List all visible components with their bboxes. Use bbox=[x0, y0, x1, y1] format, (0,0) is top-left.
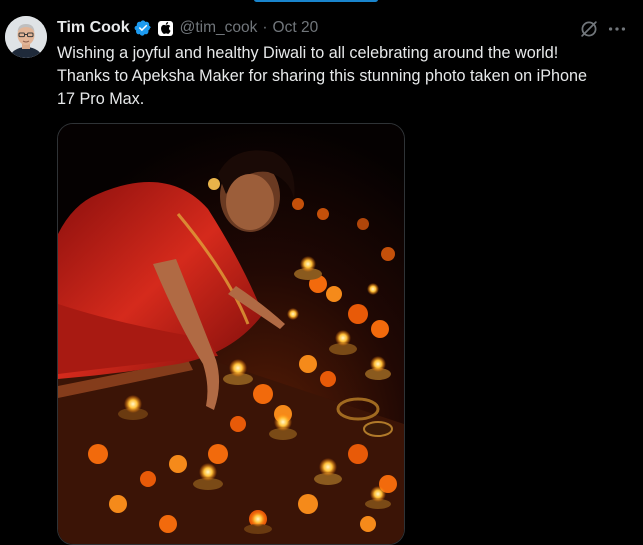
author-display-name[interactable]: Tim Cook bbox=[57, 19, 130, 37]
more-options-icon[interactable] bbox=[606, 18, 628, 40]
tweet-text-line: Wishing a joyful and healthy Diwali to a… bbox=[57, 44, 559, 62]
scroll-indicator bbox=[254, 0, 378, 2]
separator: · bbox=[262, 19, 268, 36]
apple-logo-icon[interactable] bbox=[157, 20, 173, 36]
grok-icon[interactable] bbox=[578, 18, 600, 40]
verified-check-icon[interactable] bbox=[134, 19, 152, 37]
tweet-photo[interactable] bbox=[57, 123, 405, 545]
tweet-text-line: Thanks to Apeksha Maker for sharing this… bbox=[57, 67, 588, 85]
tweet-header: Tim Cook @tim_cook · Oct 20 bbox=[57, 17, 318, 39]
avatar[interactable] bbox=[5, 16, 47, 58]
profile-photo-icon bbox=[5, 16, 47, 58]
tweet-text: Wishing a joyful and healthy Diwali to a… bbox=[57, 42, 632, 111]
diwali-photo-icon bbox=[58, 124, 404, 544]
tweet-text-line: 17 Pro Max. bbox=[57, 90, 145, 108]
timestamp-link[interactable]: Oct 20 bbox=[273, 19, 319, 37]
author-handle[interactable]: @tim_cook bbox=[180, 19, 258, 37]
